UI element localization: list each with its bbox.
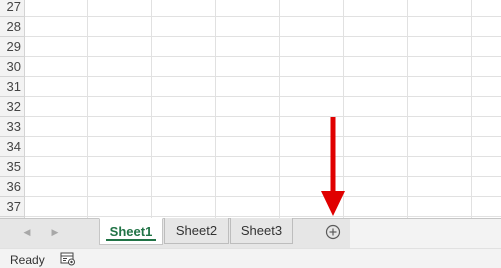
triangle-left-icon[interactable]: ◀ [20, 225, 34, 239]
row-number[interactable]: 34 [0, 137, 24, 157]
sheet-tab-bar: ◀ ▶ Sheet1 Sheet2 Sheet3 [0, 218, 501, 248]
active-tab-underline [106, 239, 156, 241]
tab-label: Sheet1 [109, 224, 153, 239]
tab-sheet3[interactable]: Sheet3 [230, 218, 293, 244]
row-number[interactable]: 31 [0, 77, 24, 97]
status-bar: Ready [0, 248, 501, 268]
row-number[interactable]: 36 [0, 177, 24, 197]
horizontal-scroll-area[interactable] [350, 219, 501, 248]
tab-label: Sheet2 [175, 223, 218, 238]
macro-record-icon[interactable] [60, 252, 76, 266]
row-number[interactable]: 32 [0, 97, 24, 117]
new-sheet-button[interactable] [325, 224, 341, 240]
row-number[interactable]: 30 [0, 57, 24, 77]
row-number[interactable]: 35 [0, 157, 24, 177]
plus-circle-icon [325, 224, 341, 240]
row-number[interactable]: 37 [0, 197, 24, 217]
arrow-down-icon [321, 117, 345, 216]
tab-sheet2[interactable]: Sheet2 [164, 218, 229, 244]
tab-sheet1[interactable]: Sheet1 [99, 218, 163, 245]
row-number[interactable]: 33 [0, 117, 24, 137]
tab-label: Sheet3 [240, 223, 283, 238]
triangle-right-icon[interactable]: ▶ [48, 225, 62, 239]
row-number[interactable]: 28 [0, 17, 24, 37]
row-number[interactable]: 29 [0, 37, 24, 57]
status-text: Ready [10, 253, 45, 267]
cell-area[interactable] [25, 0, 501, 218]
row-number[interactable]: 27 [0, 0, 24, 17]
worksheet-grid[interactable]: 27 28 29 30 31 32 33 34 35 36 37 [0, 0, 501, 218]
row-header-column: 27 28 29 30 31 32 33 34 35 36 37 [0, 0, 25, 218]
